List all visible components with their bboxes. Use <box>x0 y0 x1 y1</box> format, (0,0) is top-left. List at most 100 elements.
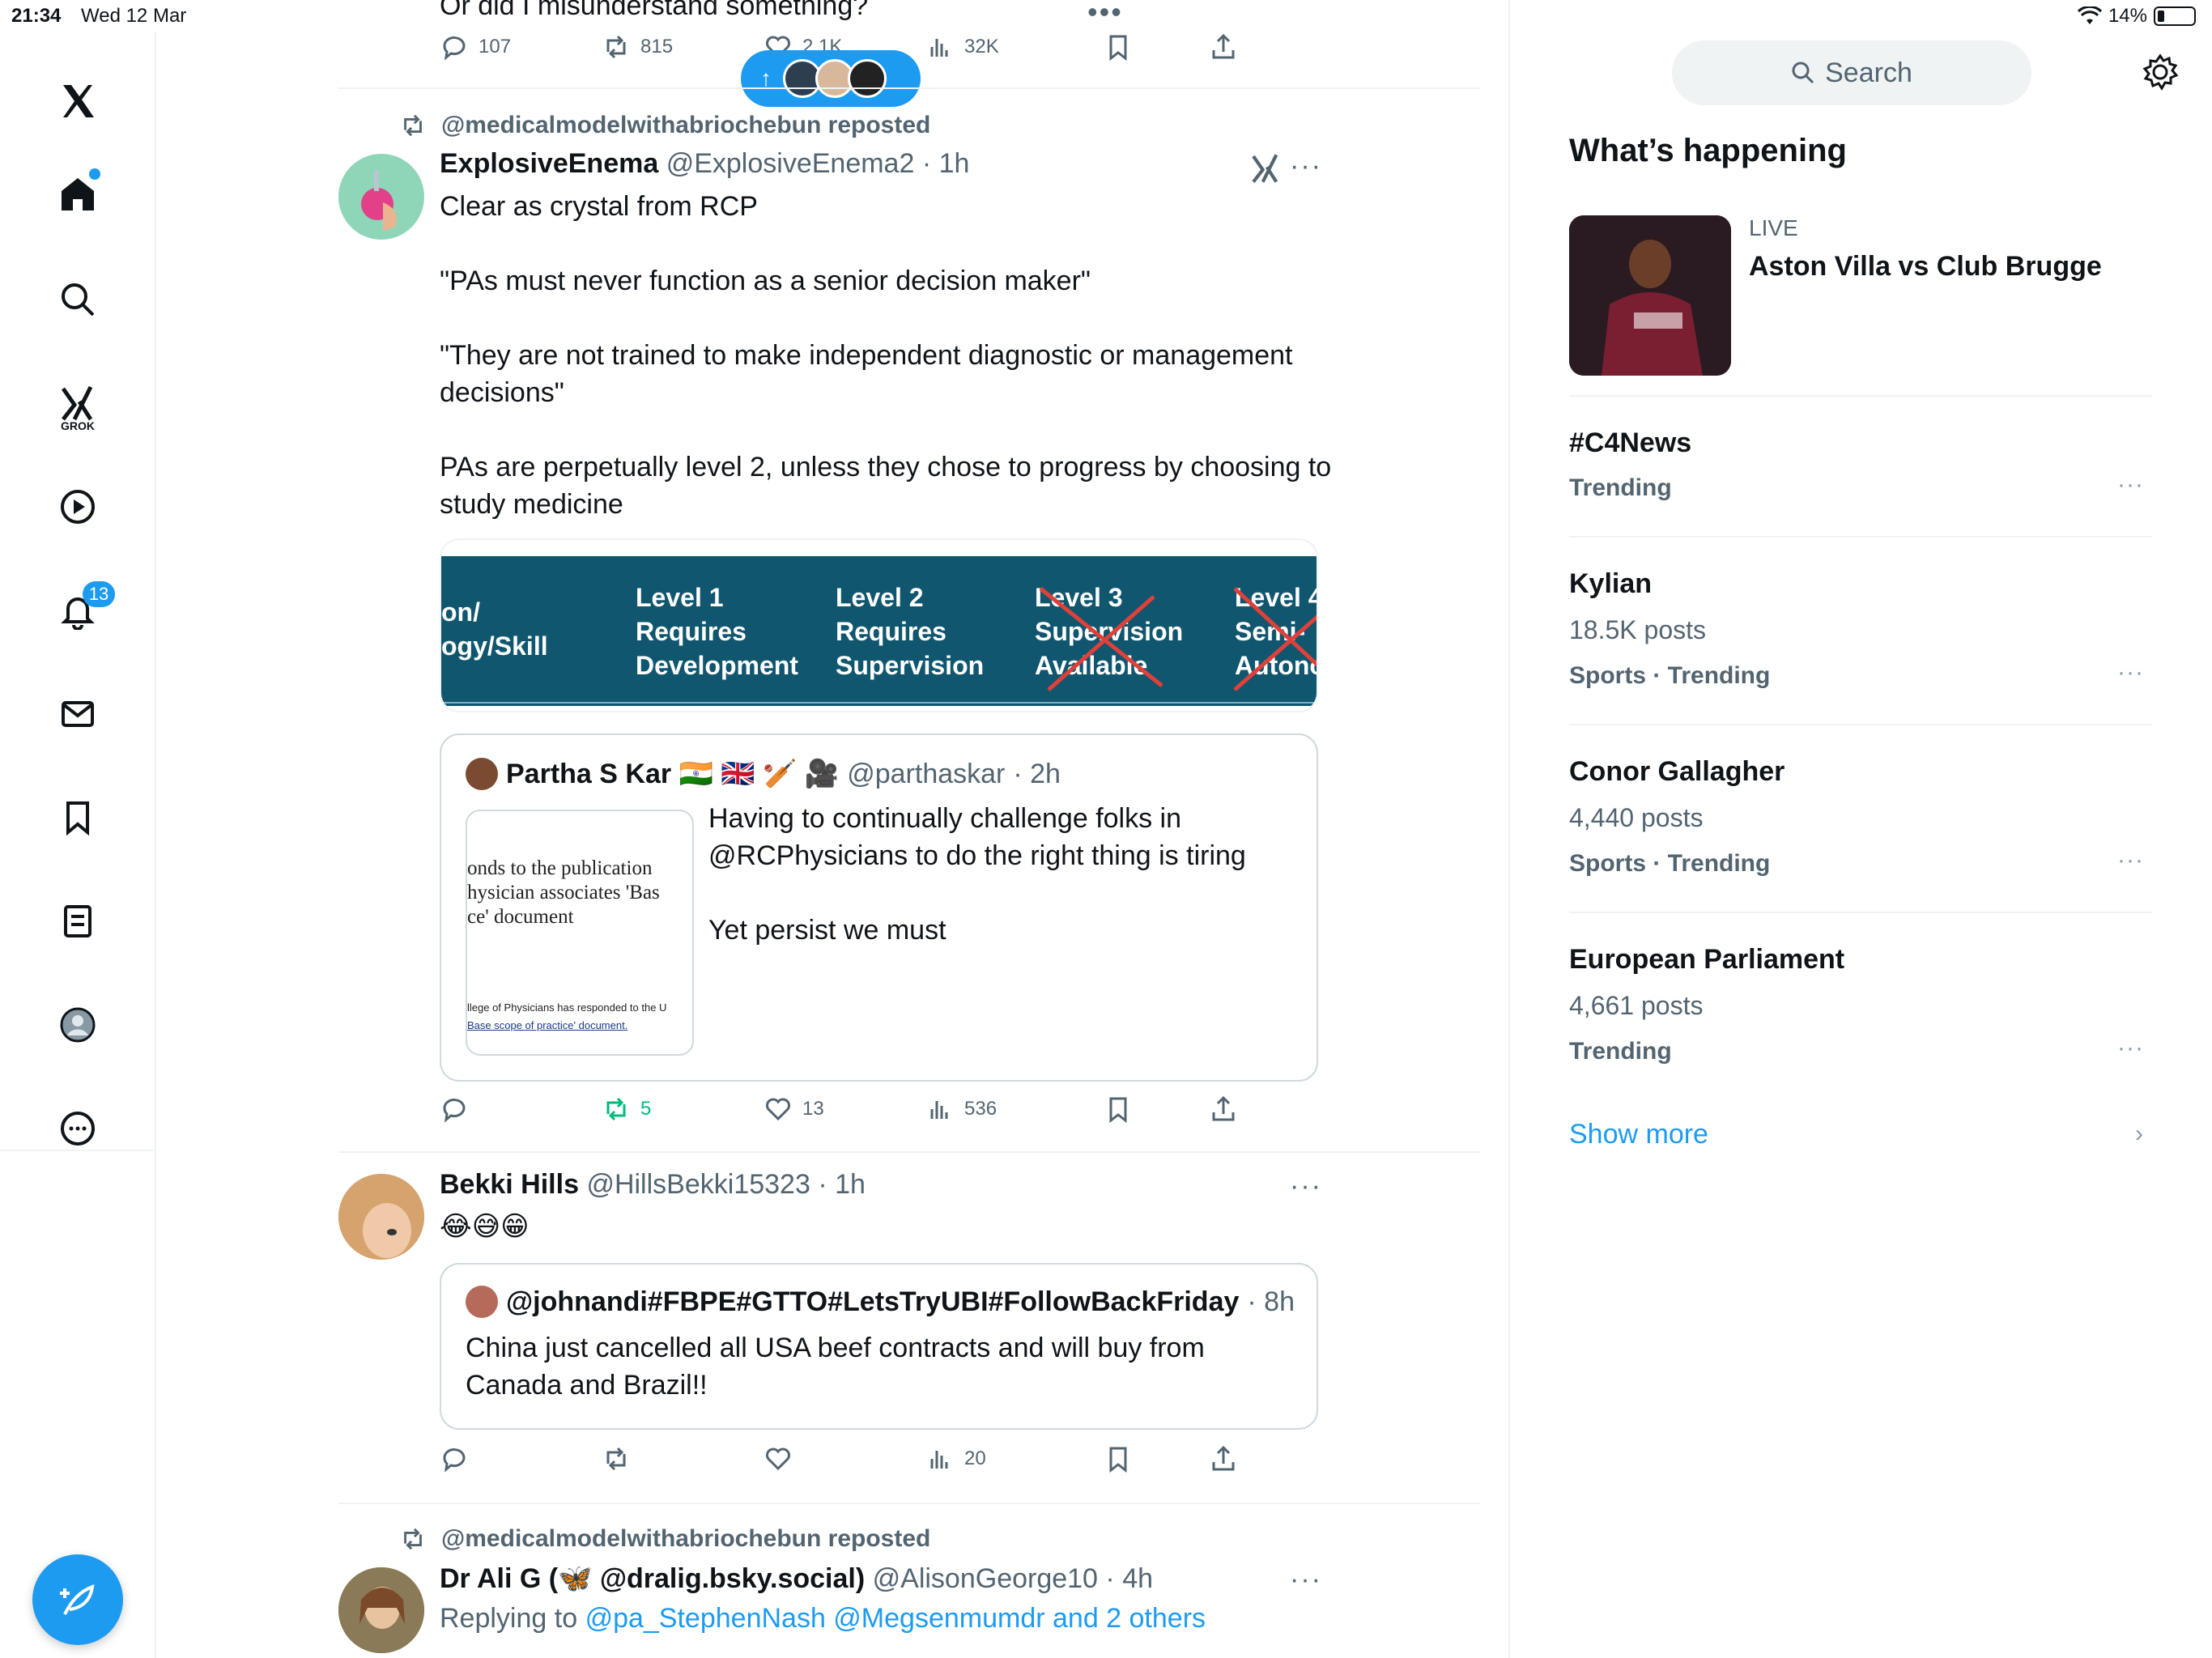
tweet-body: 😂😅😁 <box>440 1211 530 1242</box>
author-name[interactable]: ExplosiveEnema <box>440 148 658 179</box>
quoted-tweet-body: Having to continually challenge folks in… <box>708 800 1291 986</box>
views-chart-icon <box>930 1451 948 1469</box>
bookmark-icon <box>1109 35 1127 62</box>
author-handle[interactable]: @AlisonGeorge10 <box>873 1563 1098 1594</box>
repost-icon <box>606 35 626 59</box>
red-cross-mark <box>1233 587 1317 691</box>
explore-search-icon[interactable] <box>45 267 110 332</box>
trend-posts: 4,440 posts <box>1569 803 1704 832</box>
feed-divider <box>338 87 1480 89</box>
quoted-tweet[interactable]: Partha S Kar 🇮🇳 🇬🇧 🏏 🎥 @parthaskar · 2h … <box>440 733 1318 1082</box>
tweet-actions: 5 13 536 <box>440 1095 1371 1130</box>
views-button[interactable]: 20 <box>925 1444 986 1473</box>
views-button[interactable]: 32K <box>925 32 999 62</box>
trend-item[interactable]: European Parliament 4,661 posts Trending… <box>1569 944 2152 1073</box>
author-handle[interactable]: @HillsBekki15323 <box>586 1169 810 1200</box>
more-options-icon[interactable] <box>45 1096 110 1161</box>
trend-more-icon[interactable]: ··· <box>2117 471 2144 499</box>
views-count: 20 <box>964 1448 986 1469</box>
share-button[interactable] <box>1209 1444 1238 1473</box>
repost-icon <box>606 1447 626 1471</box>
reply-button[interactable] <box>440 1095 469 1124</box>
author-avatar[interactable] <box>338 1567 424 1653</box>
trend-category: Sports · Trending <box>1569 662 1771 689</box>
search-input[interactable]: Search <box>1672 40 2031 105</box>
trend-more-icon[interactable]: ··· <box>2117 659 2144 687</box>
bookmark-button[interactable] <box>1104 1095 1133 1124</box>
x-logo-icon[interactable] <box>45 69 110 134</box>
trend-title: Conor Gallagher <box>1569 756 1785 787</box>
repost-by-label: @medicalmodelwithabriochebun reposted <box>441 1525 931 1552</box>
share-button[interactable] <box>1209 1095 1238 1124</box>
quoted-paragraph: Yet persist we must <box>708 915 946 946</box>
grok-icon[interactable]: GROK <box>45 371 110 436</box>
bookmark-button[interactable] <box>1104 1444 1133 1473</box>
share-icon <box>1212 33 1235 59</box>
home-icon[interactable] <box>45 162 110 227</box>
views-count: 32K <box>964 36 999 57</box>
grok-explain-icon[interactable] <box>1249 152 1282 189</box>
repost-button[interactable]: 5 <box>602 1095 651 1124</box>
partial-tweet-text: Or did I misunderstand something? <box>440 0 869 21</box>
reply-button[interactable]: 107 <box>440 32 511 62</box>
grok-label: GROK <box>61 419 95 432</box>
video-play-icon[interactable] <box>45 474 110 539</box>
tweet-more-icon[interactable]: ··· <box>1290 1564 1322 1596</box>
trend-item[interactable]: Kylian 18.5K posts Sports · Trending ··· <box>1569 568 2152 698</box>
settings-gear-icon[interactable] <box>2142 53 2179 91</box>
live-event-image[interactable] <box>1569 215 1731 376</box>
share-button[interactable] <box>1209 32 1238 62</box>
thumbnail-caption: llege of Physicians has responded to the… <box>467 1001 667 1031</box>
repost-context[interactable]: @medicalmodelwithabriochebun reposted <box>399 1525 930 1553</box>
trend-more-icon[interactable]: ··· <box>2117 1035 2144 1062</box>
bookmarks-icon[interactable] <box>45 785 110 850</box>
trend-title: Kylian <box>1569 568 1653 599</box>
author-name[interactable]: Bekki Hills <box>440 1169 579 1200</box>
repost-button[interactable]: 815 <box>602 32 673 62</box>
new-posts-pill[interactable]: ↑ <box>741 50 921 107</box>
more-dots-icon[interactable]: ••• <box>1087 0 1123 29</box>
image-level-table: on/ogy/Skill Level 1 Requires Development … <box>441 556 1317 706</box>
reply-button[interactable] <box>440 1444 469 1473</box>
trend-item[interactable]: Conor Gallagher 4,440 posts Sports · Tre… <box>1569 756 2152 886</box>
repost-button[interactable] <box>602 1444 631 1473</box>
quoted-tweet-time: · 8h <box>1247 1286 1295 1317</box>
quoted-author-handle: @parthaskar <box>847 758 1006 789</box>
tweet-header: ExplosiveEnema @ExplosiveEnema2 · 1h <box>440 148 969 180</box>
trend-item[interactable]: #C4News Trending ··· <box>1569 427 2152 517</box>
whats-happening-title: What’s happening <box>1569 133 1847 168</box>
author-avatar[interactable] <box>338 1174 424 1260</box>
tweet-paragraph: "PAs must never function as a senior dec… <box>440 266 1091 296</box>
repost-icon <box>606 1097 626 1121</box>
tweet-actions: 20 <box>440 1444 1371 1480</box>
bookmark-button[interactable] <box>1104 32 1133 62</box>
views-button[interactable]: 536 <box>925 1095 997 1124</box>
replying-to-links[interactable]: @pa_StephenNash @Megsenmumdr and 2 other… <box>585 1603 1206 1634</box>
repost-context[interactable]: @medicalmodelwithabriochebun reposted <box>399 112 930 139</box>
show-more-link[interactable]: Show more <box>1569 1119 1708 1150</box>
author-name[interactable]: Dr Ali G (🦋 @dralig.bsky.social) <box>440 1563 865 1594</box>
messages-mail-icon[interactable] <box>45 682 110 746</box>
trend-posts: 4,661 posts <box>1569 991 1704 1020</box>
image-col-level2: Level 2 Requires Supervision <box>836 583 985 680</box>
trend-more-icon[interactable]: ··· <box>2117 847 2144 874</box>
like-button[interactable]: 13 <box>764 1095 824 1124</box>
like-button[interactable] <box>764 1444 793 1473</box>
lists-icon[interactable] <box>45 889 110 954</box>
notifications-bell-icon[interactable]: 13 <box>45 578 115 643</box>
quoted-tweet-time: · 2h <box>1013 758 1061 789</box>
tweet-more-icon[interactable]: ··· <box>1290 1171 1322 1202</box>
heart-icon <box>766 1098 790 1121</box>
tweet-image[interactable]: on/ogy/Skill Level 1 Requires Development … <box>440 538 1318 712</box>
repost-count: 815 <box>640 36 674 57</box>
compose-post-button[interactable] <box>32 1554 123 1645</box>
profile-avatar-icon[interactable] <box>45 993 110 1057</box>
tweet-more-icon[interactable]: ··· <box>1290 151 1322 182</box>
author-avatar[interactable] <box>338 154 424 240</box>
image-col-skill: on/ogy/Skill <box>441 597 548 661</box>
author-handle[interactable]: @ExplosiveEnema2 <box>666 148 915 179</box>
live-event-title[interactable]: Aston Villa vs Club Brugge <box>1749 251 2102 283</box>
left-nav: GROK 13 <box>0 32 156 1658</box>
quoted-link-thumbnail[interactable]: onds to the publication hysician associa… <box>466 810 694 1056</box>
quoted-tweet[interactable]: @johnandi#FBPE#GTTO#LetsTryUBI#FollowBac… <box>440 1263 1318 1430</box>
